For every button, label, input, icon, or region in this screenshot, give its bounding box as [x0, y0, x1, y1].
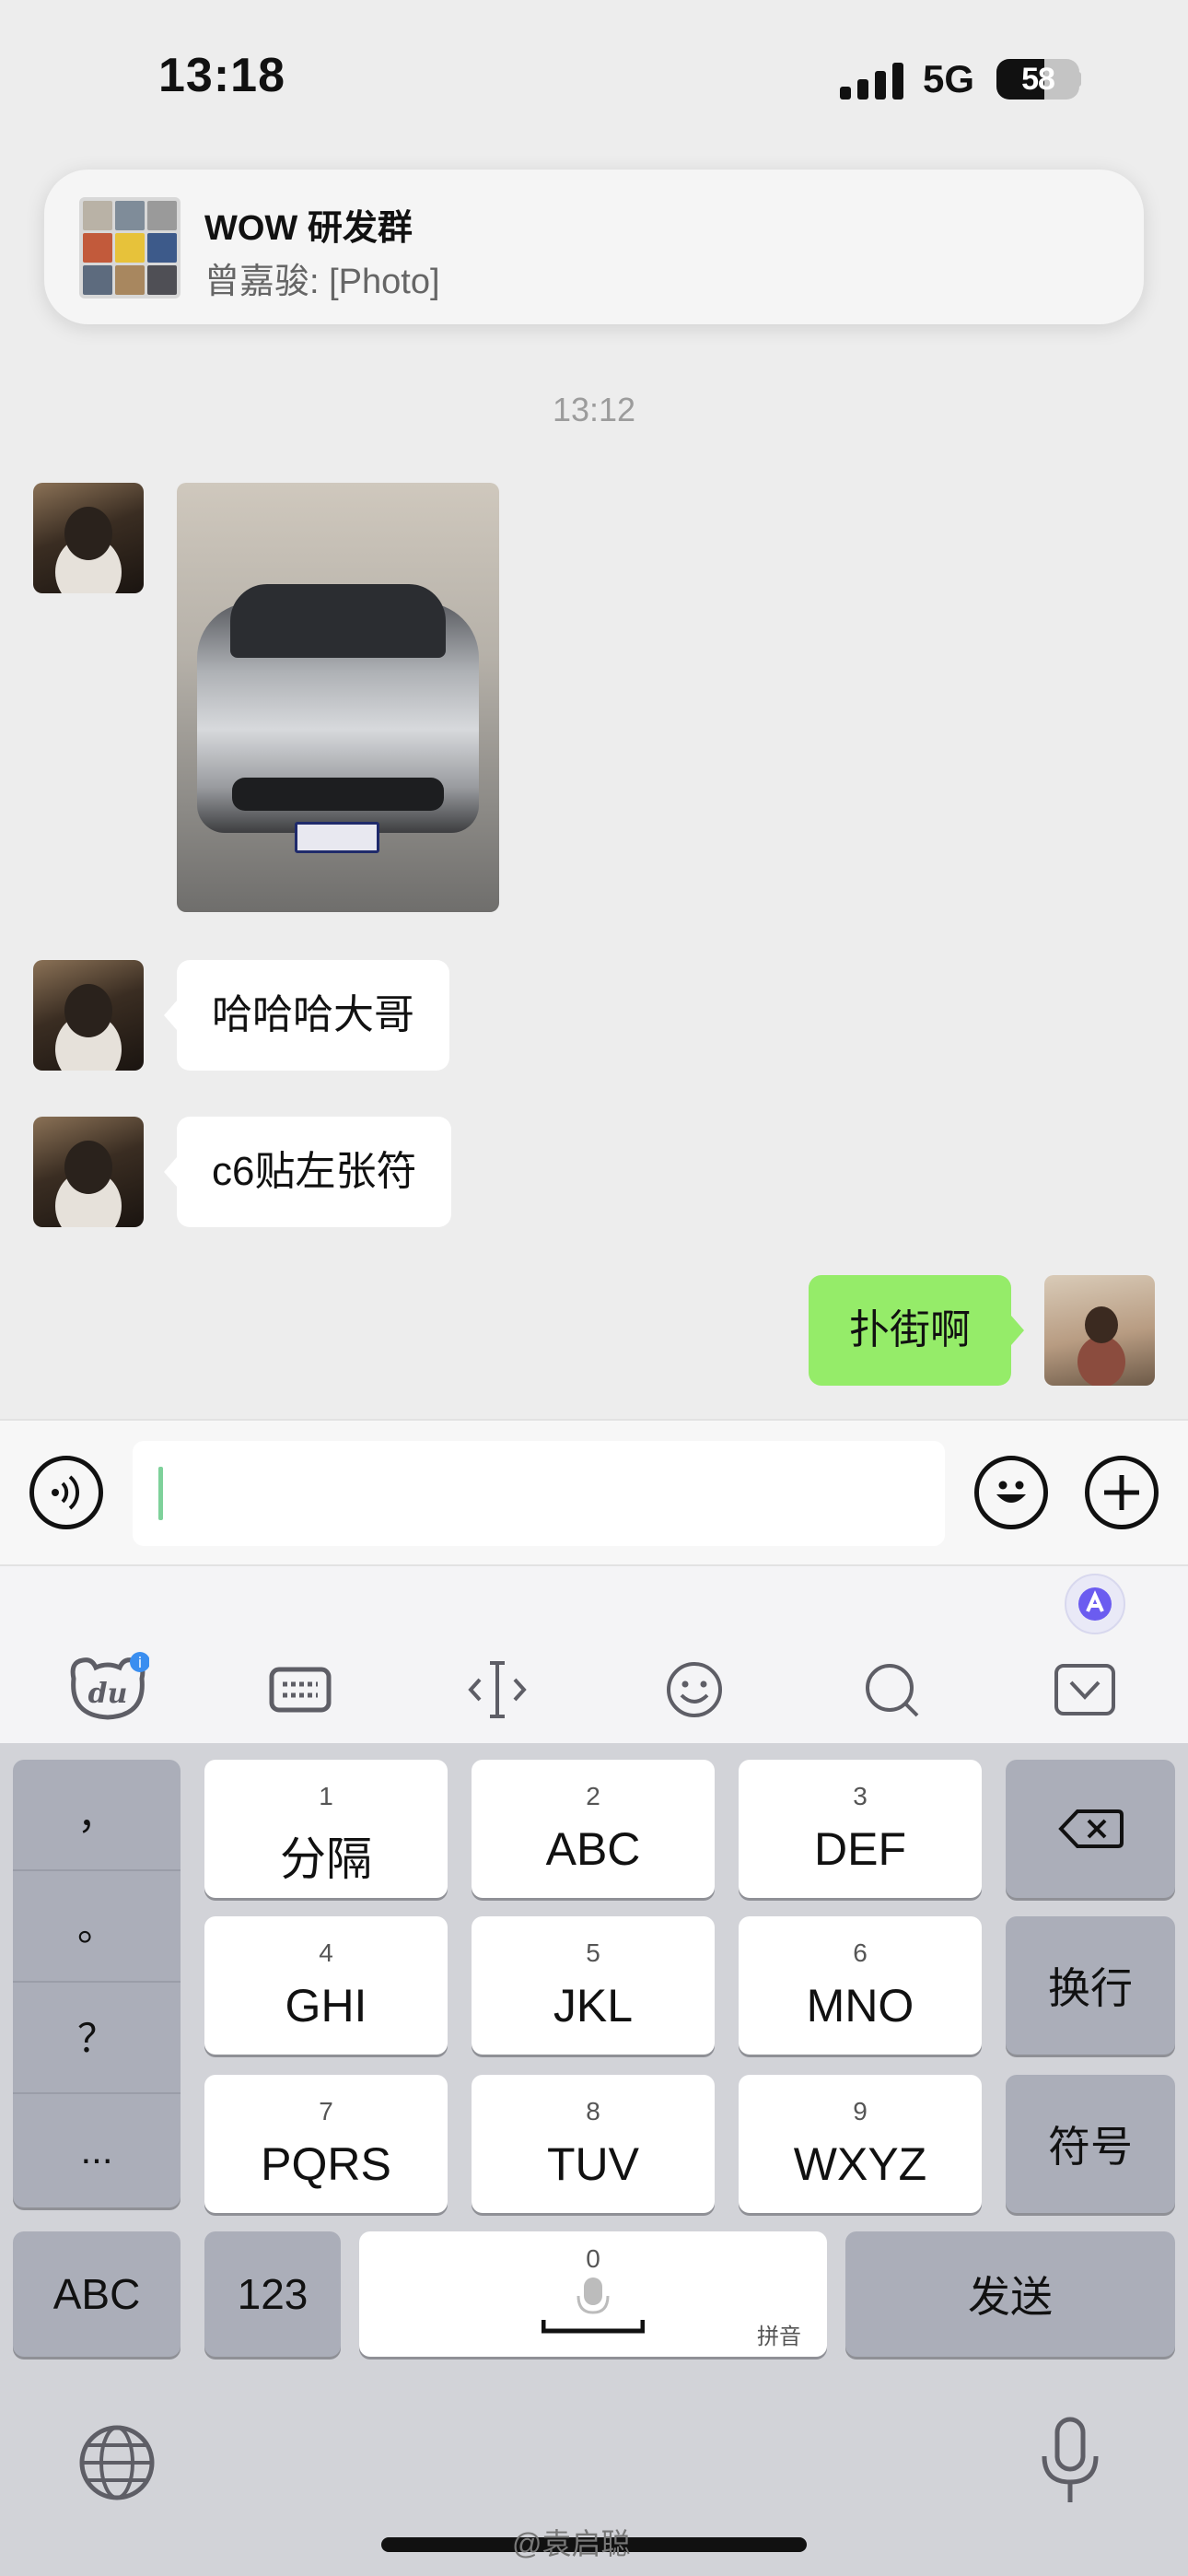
car-license-plate [295, 822, 379, 853]
space-mic-icon [542, 2277, 645, 2334]
key-1[interactable]: 1 分隔 [204, 1760, 448, 1898]
key-number: 4 [319, 1938, 333, 1967]
key-number: 2 [586, 1782, 600, 1810]
key-2[interactable]: 2 ABC [472, 1760, 715, 1898]
battery-icon: 58 [996, 59, 1079, 100]
keyboard-toolbar [0, 1566, 1188, 1743]
notification-banner[interactable]: WOW 研发群 曾嘉骏: [Photo] [44, 170, 1144, 324]
key-number: 9 [853, 2097, 868, 2125]
car-grill [232, 778, 444, 811]
abc-key[interactable]: ABC [13, 2231, 181, 2357]
my-avatar[interactable] [1044, 1275, 1155, 1386]
battery-cap [1076, 72, 1081, 87]
group-avatar [79, 197, 181, 299]
punct-key-ellipsis[interactable]: ... [13, 2094, 181, 2206]
chat-input-bar [0, 1419, 1188, 1566]
du-logo-icon[interactable]: du i [66, 1652, 149, 1721]
key-label: JKL [553, 1980, 634, 2032]
car-photo[interactable] [177, 483, 499, 912]
key-8[interactable]: 8 TUV [472, 2075, 715, 2213]
send-key[interactable]: 发送 [845, 2231, 1175, 2357]
emoji-icon[interactable] [974, 1456, 1048, 1529]
backspace-icon [1006, 1760, 1175, 1898]
plus-icon[interactable] [1085, 1456, 1159, 1529]
search-icon[interactable] [858, 1657, 925, 1723]
network-type: 5G [923, 57, 975, 100]
keyboard-icon[interactable] [267, 1657, 333, 1723]
dictation-mic-icon[interactable] [1031, 2416, 1109, 2508]
space-key[interactable]: 0 拼音 [359, 2231, 827, 2357]
status-time: 13:18 [158, 49, 285, 102]
pinyin-hint: 拼音 [757, 2324, 801, 2349]
key-label: 发送 [968, 2273, 1053, 2321]
key-number: 6 [853, 1938, 868, 1967]
key-label: ABC [52, 2270, 141, 2318]
sender-avatar[interactable] [33, 1117, 144, 1227]
key-number: 8 [586, 2097, 600, 2125]
notification-title: WOW 研发群 [204, 209, 413, 248]
key-number: 5 [586, 1938, 600, 1967]
key-label: PQRS [261, 2138, 391, 2190]
key-label: ABC [545, 1823, 641, 1875]
key-7[interactable]: 7 PQRS [204, 2075, 448, 2213]
punct-key-comma[interactable]: ， [13, 1760, 181, 1871]
key-label: 符号 [1048, 2123, 1133, 2171]
svg-text:i: i [138, 1654, 142, 1671]
key-5[interactable]: 5 JKL [472, 1916, 715, 2055]
cursor-icon[interactable] [464, 1657, 530, 1723]
key-number: 0 [586, 2244, 600, 2273]
key-3[interactable]: 3 DEF [739, 1760, 982, 1898]
key-number: 7 [319, 2097, 333, 2125]
chat-timestamp: 13:12 [552, 391, 636, 428]
key-label: 分隔 [280, 1833, 372, 1885]
key-label: MNO [806, 1980, 914, 2032]
newline-key[interactable]: 换行 [1006, 1916, 1175, 2055]
key-4[interactable]: 4 GHI [204, 1916, 448, 2055]
svg-text:du: du [88, 1678, 128, 1710]
notification-subtitle: 曾嘉骏: [Photo] [204, 263, 440, 301]
key-label: DEF [814, 1823, 906, 1875]
numbers-key[interactable]: 123 [204, 2231, 341, 2357]
ai-assistant-icon[interactable] [1065, 1574, 1125, 1634]
sender-avatar[interactable] [33, 483, 144, 593]
message-input[interactable] [133, 1441, 945, 1546]
message-bubble-incoming[interactable]: 哈哈哈大哥 [164, 960, 449, 1071]
key-label: GHI [285, 1980, 367, 2032]
message-bubble-outgoing[interactable]: 扑街啊 [809, 1275, 1024, 1386]
globe-icon[interactable] [77, 2423, 157, 2502]
sender-avatar[interactable] [33, 960, 144, 1071]
key-label: WXYZ [793, 2138, 927, 2190]
watermark-text: @袁启聪 [512, 2527, 631, 2560]
text-caret [158, 1467, 163, 1520]
cellular-signal-icon [840, 61, 906, 100]
car-windshield [230, 584, 446, 658]
backspace-key[interactable] [1006, 1760, 1175, 1898]
punct-key-question[interactable]: ？ [13, 1983, 181, 2094]
voice-icon[interactable] [29, 1456, 103, 1529]
punct-key-period[interactable]: 。 [13, 1871, 181, 1983]
key-number: 1 [319, 1782, 333, 1810]
battery-level: 58 [1021, 62, 1055, 97]
message-bubble-incoming[interactable]: c6贴左张符 [163, 1117, 452, 1227]
smiley-icon[interactable] [661, 1657, 728, 1723]
collapse-keyboard-icon[interactable] [1052, 1657, 1118, 1723]
key-label: TUV [547, 2138, 639, 2190]
symbols-key[interactable]: 符号 [1006, 2075, 1175, 2213]
punctuation-column[interactable]: ， 。 ？ ... [13, 1760, 181, 2207]
key-6[interactable]: 6 MNO [739, 1916, 982, 2055]
key-number: 3 [853, 1782, 868, 1810]
key-label: 换行 [1048, 1964, 1133, 2012]
key-9[interactable]: 9 WXYZ [739, 2075, 982, 2213]
key-label: 123 [237, 2270, 309, 2318]
